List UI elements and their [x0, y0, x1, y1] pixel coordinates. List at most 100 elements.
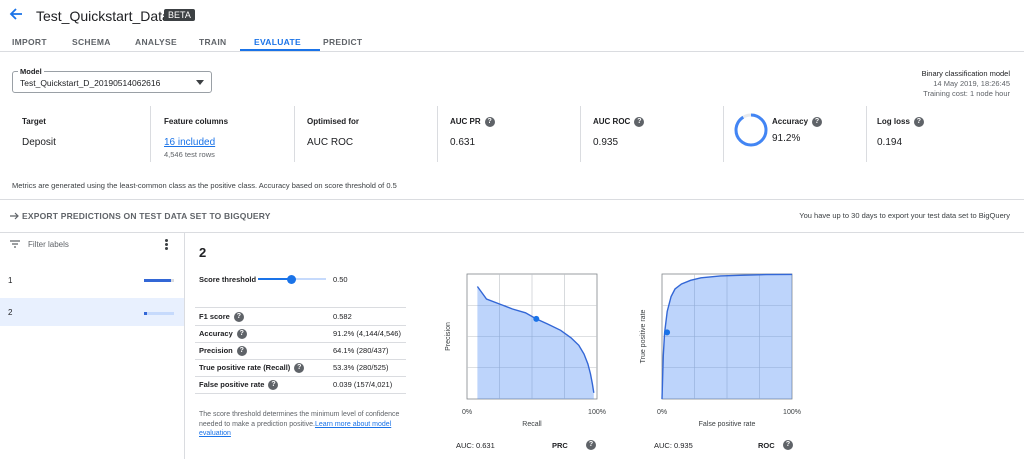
stat-value: 64.1% (280/437)	[333, 346, 389, 355]
tab-train[interactable]: TRAIN	[199, 37, 226, 47]
auc-roc-label-text: AUC ROC	[593, 117, 631, 127]
active-tab-indicator	[240, 49, 320, 51]
divider	[195, 376, 406, 377]
accuracy-label-text: Accuracy	[772, 117, 809, 127]
target-value: Deposit	[22, 137, 56, 148]
filter-labels-input[interactable]: Filter labels	[28, 240, 69, 249]
help-icon[interactable]: ?	[783, 440, 793, 450]
beta-badge: BETA	[164, 9, 195, 21]
target-label: Target	[22, 117, 46, 126]
export-note: You have up to 30 days to export your te…	[799, 211, 1010, 220]
threshold-value: 0.50	[333, 275, 348, 284]
metrics-note: Metrics are generated using the least-co…	[12, 181, 397, 190]
stat-value: 0.582	[333, 312, 352, 321]
feature-columns-link[interactable]: 16 included	[164, 137, 215, 148]
model-type: Binary classification model	[921, 69, 1010, 78]
label-bar	[144, 279, 174, 282]
filter-icon	[10, 240, 20, 248]
dropdown-arrow-icon[interactable]	[196, 80, 204, 85]
accuracy-label: Accuracy?	[772, 117, 823, 127]
stat-label: False positive rate	[199, 380, 265, 389]
x-tick-label: 0%	[462, 409, 472, 416]
stat-value: 53.3% (280/525)	[333, 363, 389, 372]
model-date: 14 May 2019, 18:26:45	[933, 79, 1010, 88]
help-icon[interactable]: ?	[294, 363, 305, 374]
model-select-value: Test_Quickstart_D_20190514062616	[20, 78, 161, 88]
stat-row: True positive rate (Recall)?	[199, 363, 305, 374]
auc-pr-label-text: AUC PR	[450, 117, 481, 127]
help-icon[interactable]: ?	[913, 117, 924, 127]
prc-auc-value: AUC: 0.631	[456, 441, 495, 450]
tab-evaluate[interactable]: EVALUATE	[254, 37, 301, 47]
log-loss-label-text: Log loss	[877, 117, 910, 127]
feature-columns-label: Feature columns	[164, 117, 229, 126]
divider	[580, 106, 581, 162]
stat-label: F1 score	[199, 312, 230, 321]
tab-predict[interactable]: PREDICT	[323, 37, 362, 47]
stat-label: True positive rate (Recall)	[199, 363, 291, 372]
auc-roc-label: AUC ROC?	[593, 117, 645, 127]
y-axis-label: Precision	[445, 322, 452, 351]
roc-label: ROC	[758, 441, 775, 450]
precision-recall-chart: 0% 100% Recall Precision	[445, 273, 606, 428]
divider	[195, 307, 406, 308]
stat-row: Precision?	[199, 346, 247, 357]
x-axis-label: Recall	[522, 421, 542, 428]
prc-label: PRC	[552, 441, 568, 450]
stat-label: Accuracy	[199, 329, 233, 338]
x-tick-label: 100%	[783, 409, 801, 416]
label-bar	[144, 312, 174, 315]
accuracy-value: 91.2%	[772, 133, 801, 144]
log-loss-label: Log loss?	[877, 117, 924, 127]
log-loss-value: 0.194	[877, 137, 903, 148]
accuracy-ring-icon	[734, 113, 768, 147]
help-icon[interactable]: ?	[233, 312, 244, 323]
threshold-marker	[533, 315, 540, 322]
threshold-note: The score threshold determines the minim…	[199, 410, 424, 439]
x-tick-label: 100%	[588, 409, 606, 416]
tab-analyse[interactable]: ANALYSE	[135, 37, 177, 47]
divider	[437, 106, 438, 162]
curve-area	[662, 274, 792, 399]
help-icon[interactable]: ?	[236, 329, 247, 340]
divider	[195, 325, 406, 326]
slider-thumb[interactable]	[287, 275, 296, 284]
divider	[0, 199, 1024, 200]
y-axis-label: True positive rate	[640, 309, 647, 363]
stat-value: 91.2% (4,144/4,546)	[333, 329, 401, 338]
arrow-right-icon	[10, 212, 19, 220]
label-name: 2	[8, 308, 13, 317]
stat-row: F1 score?	[199, 312, 244, 323]
divider	[195, 342, 406, 343]
help-icon[interactable]: ?	[812, 117, 823, 127]
selected-label-title: 2	[199, 245, 207, 260]
back-arrow-icon[interactable]	[8, 6, 24, 22]
export-to-bigquery-button[interactable]: EXPORT PREDICTIONS ON TEST DATA SET TO B…	[22, 211, 271, 221]
help-icon[interactable]: ?	[268, 380, 279, 391]
model-label: Model	[18, 67, 44, 76]
tab-schema[interactable]: SCHEMA	[72, 37, 111, 47]
auc-roc-value: 0.935	[593, 137, 619, 148]
divider	[195, 359, 406, 360]
help-icon[interactable]: ?	[236, 346, 247, 357]
auc-pr-value: 0.631	[450, 137, 476, 148]
help-icon[interactable]: ?	[484, 117, 495, 127]
help-icon[interactable]: ?	[586, 440, 596, 450]
optimised-value: AUC ROC	[307, 137, 354, 148]
label-bar-fill	[144, 279, 171, 282]
auc-pr-label: AUC PR?	[450, 117, 495, 127]
score-threshold-label: Score threshold	[199, 275, 257, 284]
training-cost: Training cost: 1 node hour	[923, 89, 1010, 98]
help-icon[interactable]: ?	[634, 117, 645, 127]
roc-chart: 0% 100% False positive rate True positive r…	[640, 273, 801, 428]
label-bar-fill	[144, 312, 147, 315]
x-axis-label: False positive rate	[699, 421, 756, 428]
stat-row: Accuracy?	[199, 329, 247, 340]
more-vert-icon[interactable]	[165, 239, 168, 250]
threshold-marker	[664, 329, 671, 336]
divider	[866, 106, 867, 162]
tab-import[interactable]: IMPORT	[12, 37, 47, 47]
divider	[150, 106, 151, 162]
stat-row: False positive rate?	[199, 380, 279, 391]
roc-auc-value: AUC: 0.935	[654, 441, 693, 450]
